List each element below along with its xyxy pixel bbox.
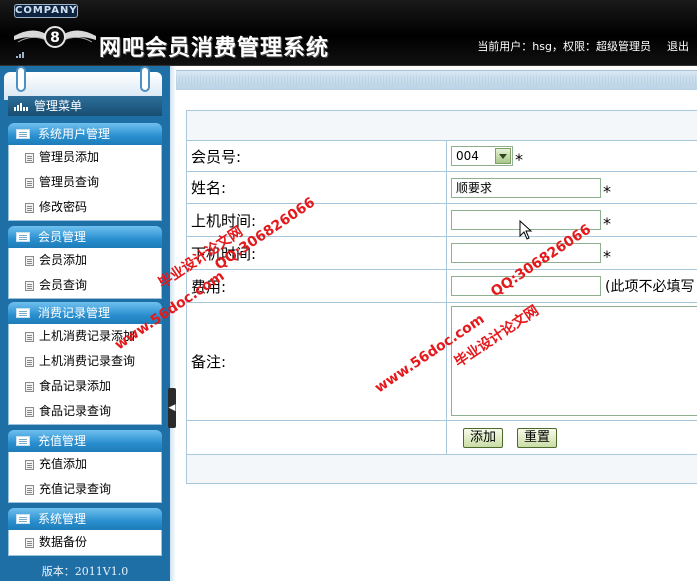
group-title[interactable]: 会员管理: [8, 226, 162, 248]
header-dots-icon: [16, 52, 24, 58]
menu-bars-icon: [14, 103, 28, 111]
select-arrow-icon[interactable]: [495, 148, 511, 164]
current-user-info: 当前用户：hsg，权限：超级管理员: [477, 40, 651, 53]
group-list-icon: [16, 436, 30, 446]
form-row-name: 姓名: 顺要求 *: [187, 172, 697, 204]
form-footer-row: [187, 455, 697, 483]
name-label: 姓名:: [187, 172, 447, 203]
sidebar-item-recharge-add[interactable]: 充值添加: [9, 452, 161, 477]
name-input[interactable]: 顺要求: [451, 177, 601, 198]
sidebar-item-admin-add[interactable]: 管理员添加: [9, 145, 161, 170]
member-consumption-form: 会员号: 004 * 姓名: 顺要求 * 上机时间: * 下机时间: * 费用:…: [186, 110, 697, 484]
item-page-icon: [25, 357, 34, 367]
remarks-textarea[interactable]: [451, 306, 697, 416]
group-list-icon: [16, 308, 30, 318]
item-page-icon: [25, 203, 34, 213]
menu-header: 管理菜单: [8, 96, 162, 116]
sidebar: 管理菜单 系统用户管理 管理员添加 管理员查询 修改密码 会员管理 会员添加 会…: [0, 66, 170, 581]
form-row-login-time: 上机时间: *: [187, 204, 697, 237]
logout-time-label: 下机时间:: [187, 237, 447, 269]
binder-ring-icon: [140, 66, 150, 92]
system-title: 网吧会员消费管理系统: [99, 35, 330, 61]
sidebar-group-system-users: 系统用户管理 管理员添加 管理员查询 修改密码: [8, 123, 162, 221]
version-label: 版本：2011V1.0: [41, 565, 129, 578]
sidebar-item-recharge-query[interactable]: 充值记录查询: [9, 477, 161, 502]
group-title[interactable]: 系统用户管理: [8, 123, 162, 145]
item-page-icon: [25, 281, 34, 291]
item-page-icon: [25, 256, 34, 266]
group-title[interactable]: 系统管理: [8, 508, 162, 530]
member-no-select[interactable]: 004: [451, 146, 513, 166]
sidebar-group-consumption: 消费记录管理 上机消费记录添加 上机消费记录查询 食品记录添加 食品记录查询: [8, 302, 162, 425]
group-list-icon: [16, 129, 30, 139]
required-mark: *: [603, 247, 611, 266]
item-page-icon: [25, 153, 34, 163]
item-page-icon: [25, 332, 34, 342]
mouse-cursor-icon: [519, 220, 533, 240]
item-page-icon: [25, 407, 34, 417]
sidebar-item-member-query[interactable]: 会员查询: [9, 273, 161, 298]
company-badge: COMPANY: [14, 4, 78, 18]
item-page-icon: [25, 382, 34, 392]
sidebar-item-backup[interactable]: 数据备份: [9, 530, 161, 555]
item-page-icon: [25, 538, 34, 548]
sidebar-item-member-add[interactable]: 会员添加: [9, 248, 161, 273]
item-page-icon: [25, 485, 34, 495]
menu-header-label: 管理菜单: [34, 99, 83, 113]
sidebar-group-members: 会员管理 会员添加 会员查询: [8, 226, 162, 299]
collapse-sidebar-button[interactable]: ◀: [168, 388, 176, 428]
main-topbar: [176, 70, 697, 90]
logout-link[interactable]: 退出: [667, 38, 689, 54]
form-row-remarks: 备注:: [187, 303, 697, 421]
sidebar-group-system: 系统管理 数据备份: [8, 508, 162, 556]
group-list-icon: [16, 514, 30, 524]
form-row-fee: 费用: (此项不必填写: [187, 270, 697, 303]
sidebar-item-change-password[interactable]: 修改密码: [9, 195, 161, 220]
form-row-member-no: 会员号: 004 *: [187, 141, 697, 172]
logout-time-input[interactable]: [451, 243, 601, 263]
sidebar-group-recharge: 充值管理 充值添加 充值记录查询: [8, 430, 162, 503]
item-page-icon: [25, 178, 34, 188]
form-header-row: [187, 111, 697, 141]
login-time-label: 上机时间:: [187, 204, 447, 236]
svg-text:8: 8: [50, 30, 60, 46]
app-header: COMPANY 8 网吧会员消费管理系统 当前用户：hsg，权限：超级管理员 退…: [0, 0, 697, 66]
form-row-logout-time: 下机时间: *: [187, 237, 697, 270]
required-mark: *: [603, 214, 611, 233]
add-button[interactable]: 添加: [463, 427, 504, 448]
required-mark: *: [515, 150, 523, 169]
sidebar-item-admin-query[interactable]: 管理员查询: [9, 170, 161, 195]
group-title[interactable]: 消费记录管理: [8, 302, 162, 324]
sidebar-item-session-query[interactable]: 上机消费记录查询: [9, 349, 161, 374]
required-mark: *: [603, 181, 611, 201]
sidebar-item-food-query[interactable]: 食品记录查询: [9, 399, 161, 424]
fee-note: (此项不必填写: [605, 279, 695, 295]
main-content: 会员号: 004 * 姓名: 顺要求 * 上机时间: * 下机时间: * 费用:…: [176, 66, 697, 581]
sidebar-item-session-add[interactable]: 上机消费记录添加: [9, 324, 161, 349]
item-page-icon: [25, 460, 34, 470]
buttons-label-cell: [187, 421, 447, 454]
member-no-label: 会员号:: [187, 141, 447, 171]
form-row-buttons: 添加 重置: [187, 421, 697, 455]
remarks-label: 备注:: [187, 303, 447, 420]
binder-ring-icon: [16, 66, 26, 92]
fee-input[interactable]: [451, 276, 601, 296]
sidebar-item-food-add[interactable]: 食品记录添加: [9, 374, 161, 399]
group-list-icon: [16, 232, 30, 242]
group-title[interactable]: 充值管理: [8, 430, 162, 452]
fee-label: 费用:: [187, 270, 447, 302]
reset-button[interactable]: 重置: [517, 427, 558, 448]
